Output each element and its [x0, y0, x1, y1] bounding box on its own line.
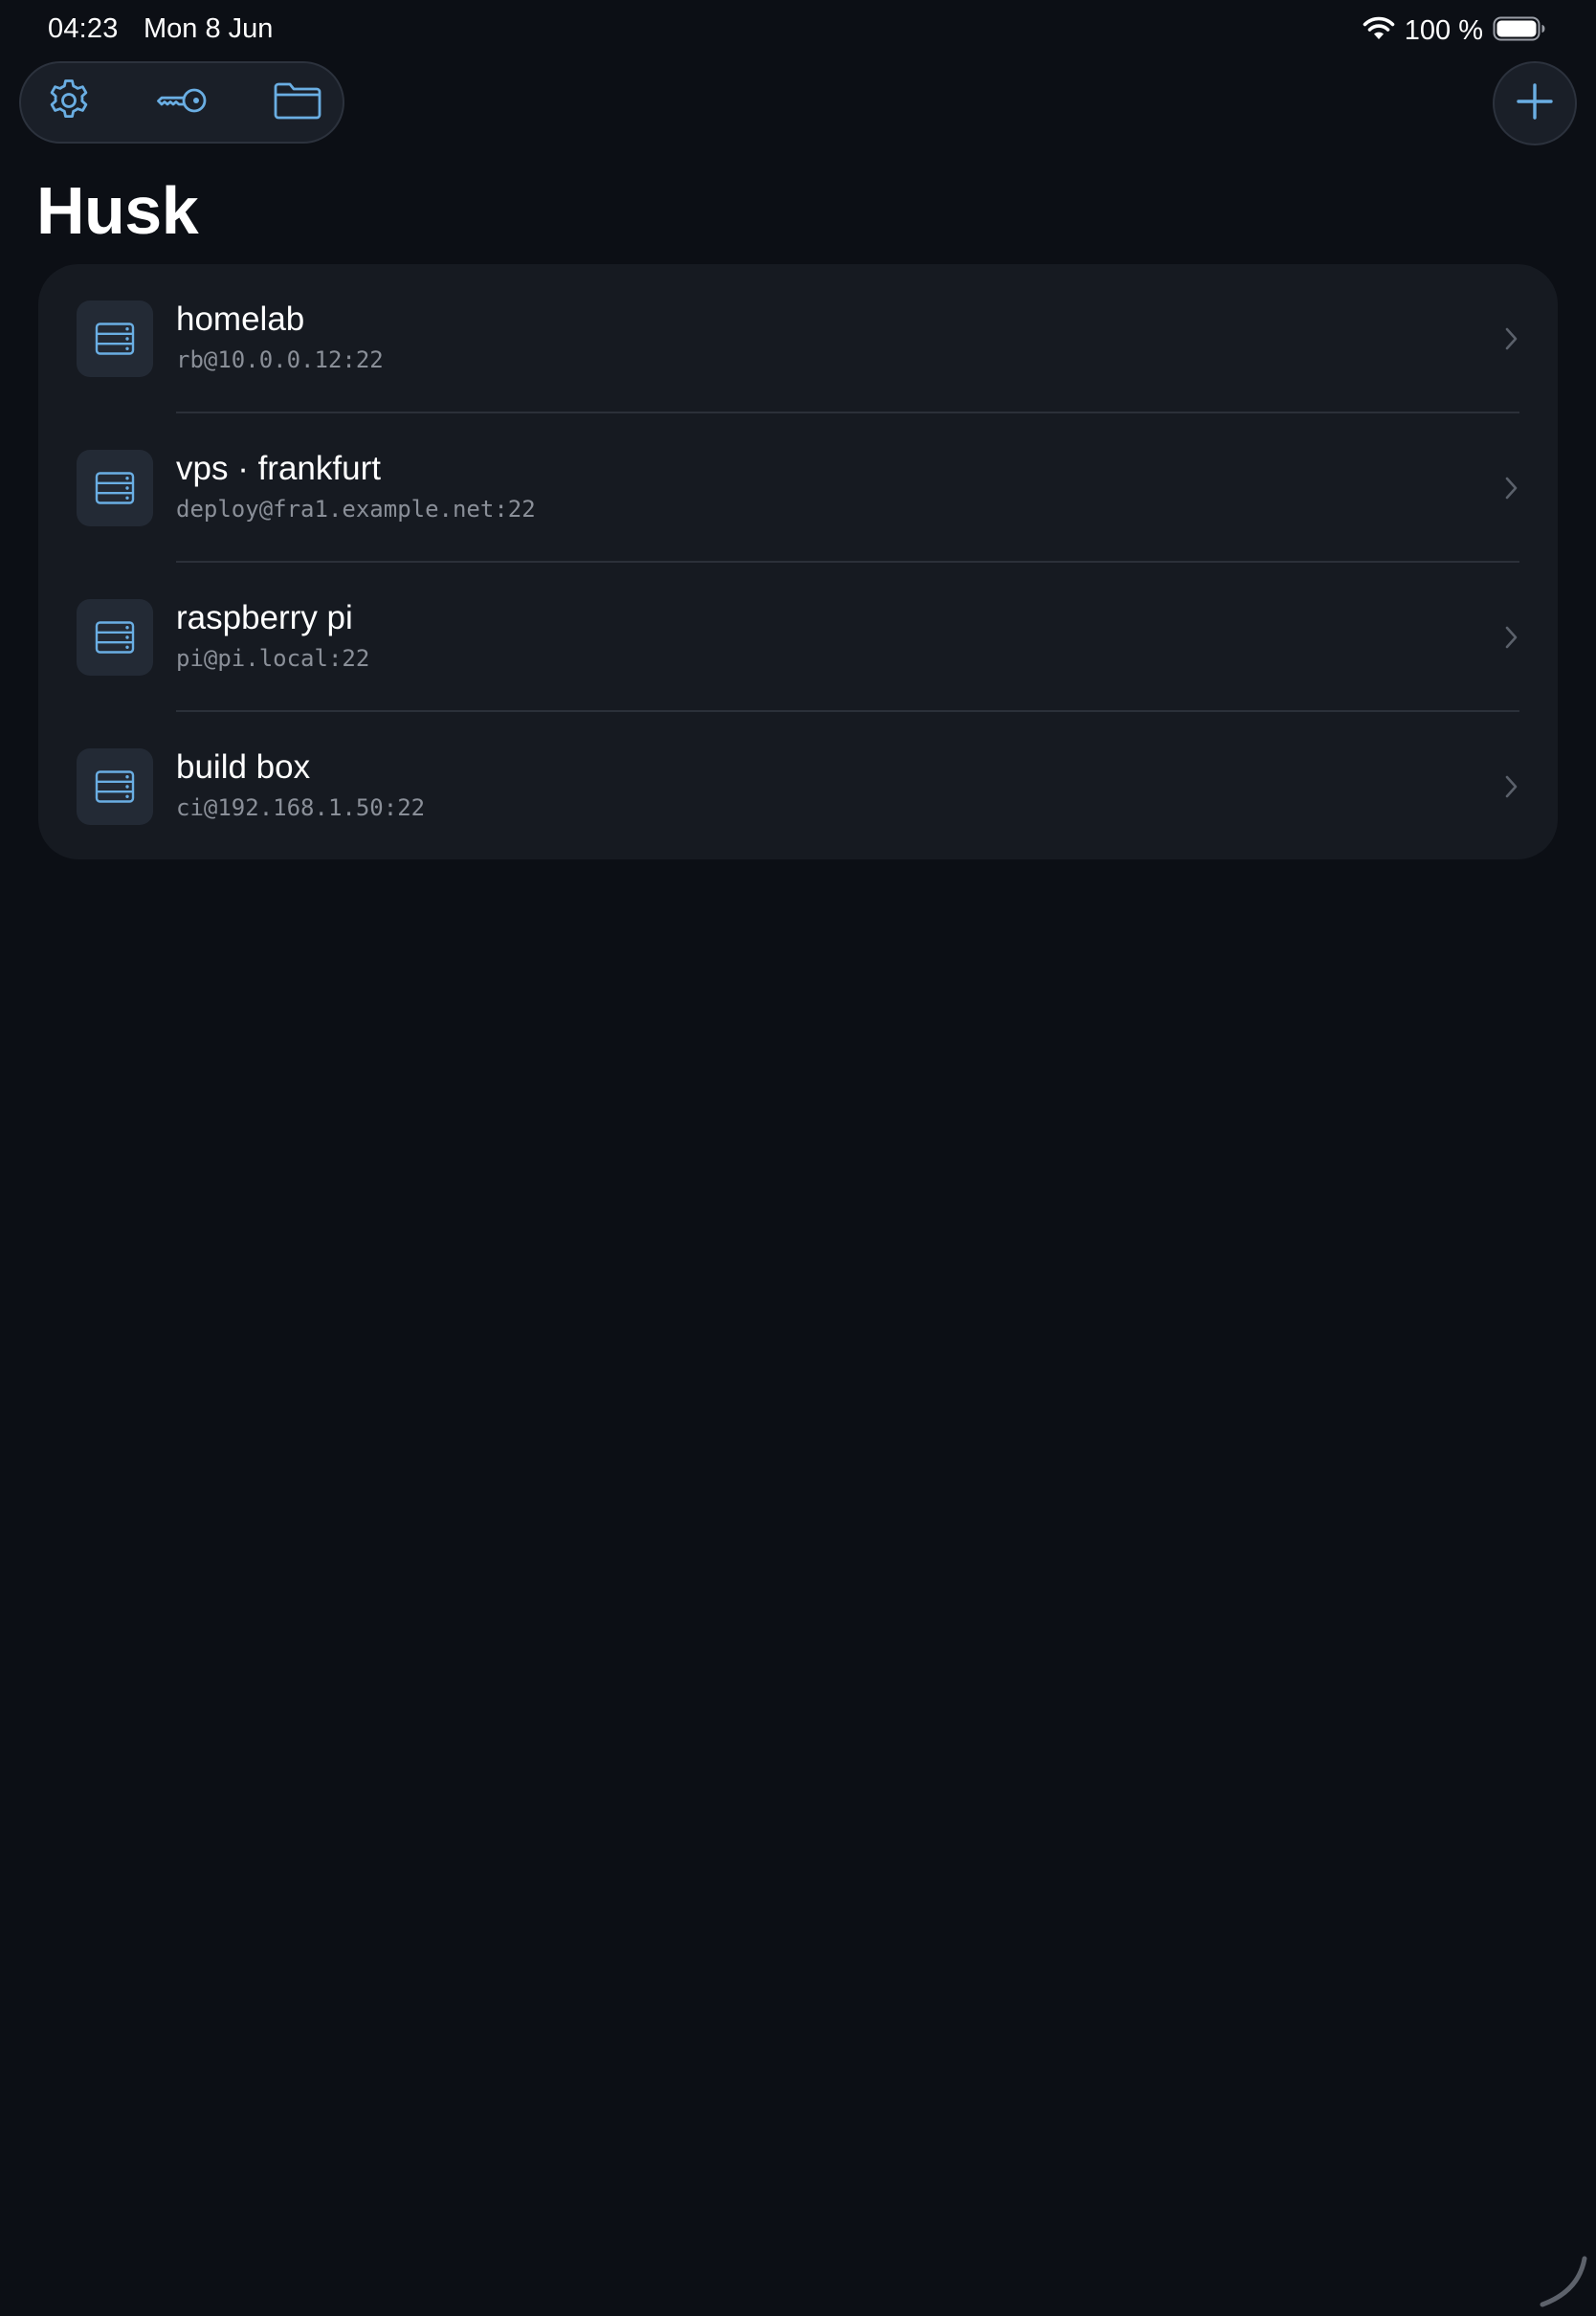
status-time: 04:23: [48, 13, 119, 44]
host-name: vps · frankfurt: [176, 450, 381, 487]
host-name: build box: [176, 748, 311, 786]
chevron-right-icon: [1502, 323, 1521, 354]
keys-button[interactable]: [149, 69, 216, 136]
scroll-indicator: [1533, 2253, 1590, 2310]
host-row-vps-frankfurt[interactable]: vps · frankfurt deploy@fra1.example.net:…: [38, 413, 1558, 563]
host-list: homelab rb@10.0.0.12:22 vps · frankfurt …: [38, 264, 1558, 859]
chevron-right-icon: [1502, 771, 1521, 802]
host-address: pi@pi.local:22: [176, 645, 370, 672]
battery-full-icon: [1493, 15, 1546, 47]
page-title: Husk: [36, 173, 199, 248]
server-icon: [77, 301, 153, 377]
host-row-build-box[interactable]: build box ci@192.168.1.50:22: [38, 712, 1558, 859]
server-icon: [77, 450, 153, 526]
server-icon: [77, 599, 153, 676]
plus-icon: [1516, 82, 1554, 125]
host-address: ci@192.168.1.50:22: [176, 794, 426, 821]
settings-button[interactable]: [35, 69, 102, 136]
host-row-raspberry-pi[interactable]: raspberry pi pi@pi.local:22: [38, 563, 1558, 712]
battery-percent: 100 %: [1404, 14, 1483, 46]
key-icon: [156, 81, 210, 124]
host-address: deploy@fra1.example.net:22: [176, 496, 536, 523]
chevron-right-icon: [1502, 473, 1521, 503]
status-date: Mon 8 Jun: [144, 13, 274, 44]
gear-icon: [46, 78, 92, 128]
wifi-icon: [1363, 16, 1395, 46]
add-host-button[interactable]: [1493, 61, 1577, 145]
toolbar: [19, 61, 344, 144]
files-button[interactable]: [264, 69, 331, 136]
server-icon: [77, 748, 153, 825]
host-name: raspberry pi: [176, 599, 353, 636]
folder-icon: [273, 80, 322, 125]
status-bar: 04:23 Mon 8 Jun 100 %: [0, 0, 1596, 61]
host-row-homelab[interactable]: homelab rb@10.0.0.12:22: [38, 264, 1558, 413]
host-name: homelab: [176, 301, 305, 338]
chevron-right-icon: [1502, 622, 1521, 653]
status-indicators: 100 %: [1363, 13, 1546, 48]
host-address: rb@10.0.0.12:22: [176, 346, 384, 373]
